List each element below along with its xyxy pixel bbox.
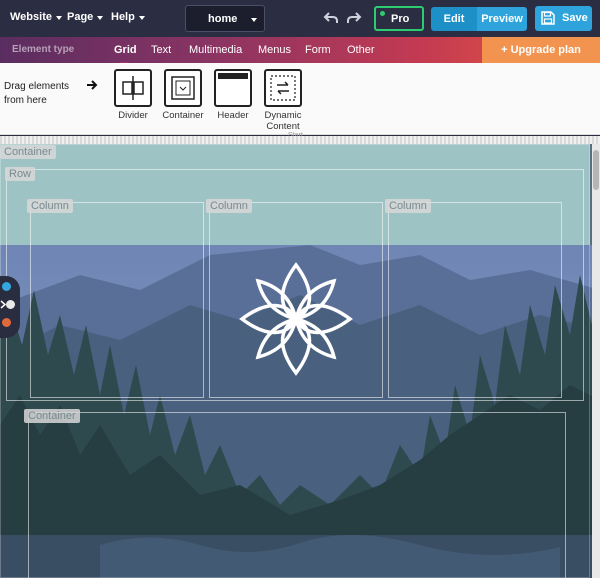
save-label: Save [562,12,588,24]
element-dynamic-content-label: Dynamic Content [264,110,302,132]
vertical-scrollbar[interactable] [592,144,600,578]
drag-hint: Drag elements from here [4,81,70,106]
column-3-outline[interactable] [388,202,562,398]
column-tag: Column [385,199,431,213]
column-tag: Column [206,199,252,213]
element-container[interactable]: Container [156,69,210,121]
tab-text[interactable]: Text [151,44,171,56]
container-icon [164,69,202,107]
page-menu[interactable]: Page [67,11,104,23]
color-dot-icon [2,318,11,327]
color-dot-icon [6,300,15,309]
elements-tray: Drag elements from here Divider Containe… [0,63,600,139]
container-tag: Container [24,409,80,423]
column-2-outline[interactable] [209,202,383,398]
pro-button[interactable]: Pro [374,6,424,31]
top-toolbar: Website Page Help home Pro Edit Preview … [0,0,600,37]
status-dot-icon [380,11,385,16]
color-dot-icon [2,282,11,291]
tab-other[interactable]: Other [347,44,375,56]
chevron-down-icon [55,15,62,20]
pro-label: Pro [391,13,410,25]
element-divider[interactable]: Divider [106,69,160,121]
element-dynamic-content[interactable]: Dynamic Content [256,69,310,132]
column-1-outline[interactable] [30,202,204,398]
floppy-disk-icon [541,11,555,25]
tab-form[interactable]: Form [305,44,331,56]
chevron-down-icon [97,15,104,20]
page-canvas[interactable]: Container Row Column Column Column Conta… [0,136,600,578]
dynamic-content-icon [264,69,302,107]
header-icon [214,69,252,107]
upgrade-plan-button[interactable]: + Upgrade plan [482,37,600,63]
divider-icon [114,69,152,107]
canvas-top-edge [0,136,600,144]
element-header-label: Header [217,110,249,121]
element-type-label: Element type [12,44,75,55]
container-tag: Container [0,145,56,159]
chevron-down-icon [251,18,257,22]
element-container-label: Container [162,110,204,121]
row-tag: Row [5,167,36,181]
element-header[interactable]: Header [206,69,260,121]
website-menu[interactable]: Website [10,11,62,23]
tab-menus[interactable]: Menus [258,44,291,56]
edit-button[interactable]: Edit [431,7,477,31]
tab-grid[interactable]: Grid [114,44,137,56]
save-button[interactable]: Save [535,6,592,31]
undo-icon[interactable] [323,11,339,25]
page-selector-value: home [208,13,238,25]
element-divider-label: Divider [118,110,148,121]
lower-container-outline[interactable] [28,412,566,578]
chevron-right-icon [0,300,7,309]
page-selector[interactable]: home [185,5,265,32]
column-tag: Column [27,199,73,213]
arrow-right-icon [87,80,98,90]
scrollbar-thumb[interactable] [593,150,599,190]
tab-multimedia[interactable]: Multimedia [189,44,242,56]
help-menu[interactable]: Help [111,11,145,23]
chevron-down-icon [138,15,145,20]
redo-icon[interactable] [346,11,362,25]
preview-button[interactable]: Preview [477,7,527,31]
color-palette-tool[interactable] [0,276,20,338]
